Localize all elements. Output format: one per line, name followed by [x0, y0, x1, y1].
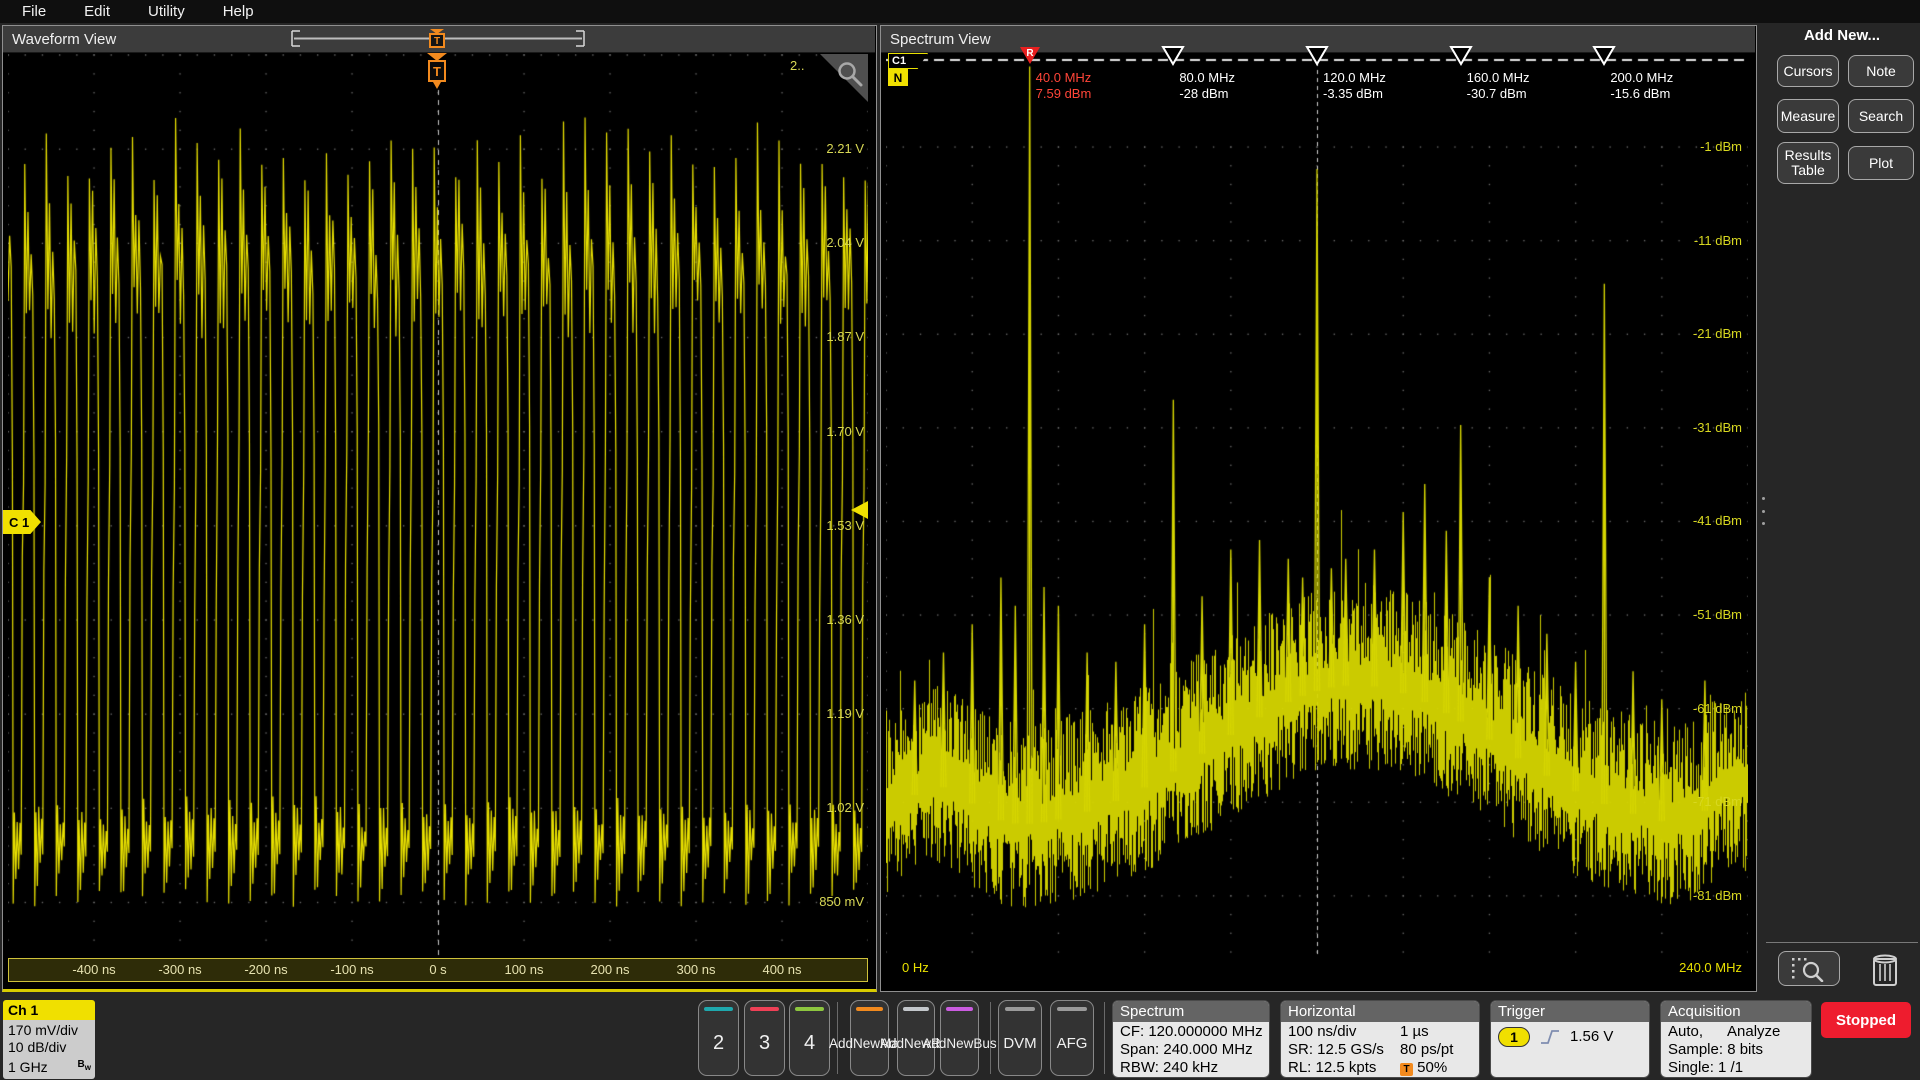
- tekscope-screen: File Edit Utility Help Waveform View T 2.. …: [0, 0, 1920, 1080]
- channel1-badge[interactable]: Ch 1 170 mV/div 10 dB/div 1 GHz Bw: [3, 1000, 95, 1079]
- spectrum-badge-channel: C1: [888, 53, 928, 69]
- panel-splitter-handle[interactable]: [1759, 497, 1767, 525]
- channel1-vertical-scale: 170 mV/div: [8, 1022, 79, 1038]
- spectrum-plot[interactable]: [886, 54, 1748, 958]
- svg-text:T: T: [434, 36, 440, 47]
- bottom-separator: [1104, 1002, 1105, 1074]
- button-label: 3: [758, 1031, 771, 1054]
- channel1-bandwidth: 1 GHz: [8, 1059, 48, 1075]
- spectrum-settings-panel[interactable]: Spectrum CF: 120.000000 MHz Span: 240.000…: [1112, 1000, 1270, 1078]
- button-label: AFG: [1056, 1034, 1088, 1052]
- spectrum-view-title: Spectrum View: [890, 30, 991, 48]
- peak-marker-triangle[interactable]: [1592, 46, 1617, 66]
- reference-marker-label: 40.0 MHz 7.59 dBm: [1035, 70, 1092, 101]
- add-new-title: Add New...: [1803, 27, 1881, 44]
- channel1-name: Ch 1: [3, 1000, 95, 1020]
- peak-marker-triangle[interactable]: [1161, 46, 1186, 66]
- freq-start-label: 0 Hz: [902, 960, 929, 975]
- trigger-position-marker[interactable]: T: [423, 53, 451, 93]
- zoom-select-icon: [1792, 957, 1824, 982]
- horizontal-panel-cell: 100 ns/div: [1288, 1023, 1357, 1040]
- channel-4-button[interactable]: 4: [789, 1000, 830, 1076]
- reference-marker-triangle[interactable]: R: [1018, 46, 1042, 66]
- bandwidth-limit-icon: Bw: [77, 1059, 91, 1072]
- afg-button[interactable]: AFG: [1050, 1000, 1094, 1076]
- spectrum-panel-row: RBW: 240 kHz: [1120, 1059, 1219, 1076]
- peak-marker-triangle[interactable]: [1305, 46, 1329, 66]
- button-label: Add New Bus: [922, 1035, 997, 1051]
- channel-3-button[interactable]: 3: [744, 1000, 785, 1076]
- button-label: 2: [712, 1031, 725, 1054]
- horizontal-panel-cell: SR: 12.5 GS/s: [1288, 1041, 1384, 1058]
- trigger-settings-panel[interactable]: Trigger 1 1.56 V: [1490, 1000, 1650, 1078]
- sidebar-results-table-button[interactable]: Results Table: [1777, 142, 1839, 184]
- acquisition-panel-title: Acquisition: [1661, 1001, 1811, 1022]
- sidebar-divider: [1766, 942, 1918, 943]
- trigger-panel-title: Trigger: [1491, 1001, 1649, 1022]
- clipped-scale-label: 2..: [790, 58, 805, 73]
- acquisition-mode: Auto,: [1668, 1023, 1704, 1040]
- trigger-position-icon: T: [1400, 1063, 1413, 1076]
- peak-marker-label: 120.0 MHz -3.35 dBm: [1323, 70, 1386, 101]
- button-label: 4: [803, 1031, 816, 1054]
- menu-item-help[interactable]: Help: [223, 3, 254, 20]
- menu-item-file[interactable]: File: [22, 3, 46, 20]
- menu-item-edit[interactable]: Edit: [84, 3, 110, 20]
- zoom-select-button[interactable]: [1778, 951, 1840, 986]
- peak-marker-label: 160.0 MHz -30.7 dBm: [1466, 70, 1530, 101]
- sidebar-cursors-button[interactable]: Cursors: [1777, 55, 1839, 87]
- trash-icon[interactable]: [1868, 950, 1902, 988]
- trigger-source-badge: 1: [1498, 1027, 1530, 1047]
- acquisition-panel-row: Single: 1 /1: [1668, 1059, 1744, 1076]
- acquisition-panel-row: Sample: 8 bits: [1668, 1041, 1764, 1058]
- sidebar-measure-button[interactable]: Measure: [1777, 99, 1839, 133]
- trigger-slope-icon: [1541, 1030, 1559, 1044]
- peak-marker-label: 200.0 MHz -15.6 dBm: [1610, 70, 1674, 101]
- spectrum-panel-row: CF: 120.000000 MHz: [1120, 1023, 1263, 1040]
- spectrum-badge-trace-type: N: [888, 69, 908, 86]
- horizontal-panel-cell: 1 µs: [1400, 1023, 1429, 1040]
- peak-marker-label: 80.0 MHz -28 dBm: [1179, 70, 1235, 101]
- horizontal-panel-cell: RL: 12.5 kpts: [1288, 1059, 1377, 1076]
- peak-marker-triangle[interactable]: [1448, 46, 1473, 66]
- waveform-view-title: Waveform View: [12, 30, 117, 48]
- spectrum-panel-row: Span: 240.000 MHz: [1120, 1041, 1253, 1058]
- acquisition-analyze: Analyze: [1727, 1023, 1781, 1040]
- channel1-spectrum-scale: 10 dB/div: [8, 1039, 67, 1055]
- svg-text:R: R: [1026, 48, 1034, 59]
- svg-text:T: T: [433, 64, 441, 79]
- waveform-plot[interactable]: [8, 54, 868, 958]
- sidebar-plot-button[interactable]: Plot: [1848, 146, 1914, 180]
- menu-bar: File Edit Utility Help: [0, 0, 1920, 23]
- horizontal-panel-title: Horizontal: [1281, 1001, 1479, 1022]
- menu-item-utility[interactable]: Utility: [148, 3, 185, 20]
- horizontal-panel-cell: T 50%: [1400, 1059, 1479, 1077]
- sidebar-search-button[interactable]: Search: [1848, 99, 1914, 133]
- spectrum-panel-title: Spectrum: [1113, 1001, 1269, 1022]
- button-label: DVM: [1003, 1034, 1037, 1052]
- add-new-bus-button[interactable]: Add New Bus: [922, 1000, 997, 1076]
- freq-end-label: 240.0 MHz: [1679, 960, 1742, 975]
- dvm-button[interactable]: DVM: [998, 1000, 1042, 1076]
- trigger-level-arrow[interactable]: [851, 501, 868, 519]
- time-axis-strip: [8, 958, 868, 982]
- horizontal-panel-cell: 80 ps/pt: [1400, 1041, 1454, 1058]
- zoom-corner-icon[interactable]: [820, 54, 868, 102]
- acquisition-settings-panel[interactable]: Acquisition Auto, Analyze Sample: 8 bits…: [1660, 1000, 1812, 1078]
- horizontal-position-minimap[interactable]: T: [290, 29, 590, 49]
- horizontal-settings-panel[interactable]: Horizontal 100 ns/div 1 µs SR: 12.5 GS/s 80…: [1280, 1000, 1480, 1078]
- sidebar-note-button[interactable]: Note: [1848, 55, 1914, 87]
- channel-2-button[interactable]: 2: [698, 1000, 739, 1076]
- spectrum-trace-badge[interactable]: C1 N: [888, 53, 932, 86]
- run-stop-status[interactable]: Stopped: [1821, 1002, 1911, 1038]
- trigger-level-value: 1.56 V: [1570, 1028, 1614, 1045]
